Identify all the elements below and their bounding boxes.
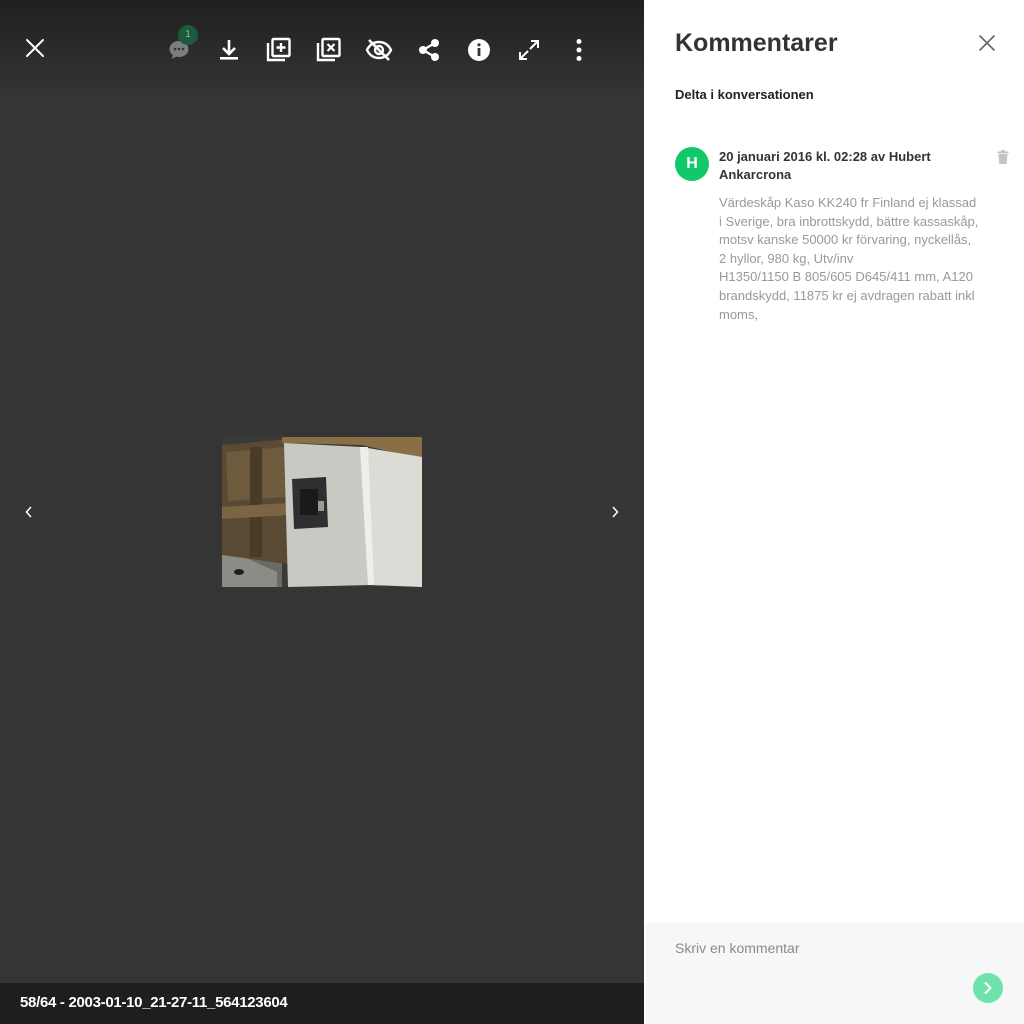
hide-icon xyxy=(365,39,393,61)
send-comment-button[interactable] xyxy=(973,973,1003,1003)
close-panel-button[interactable] xyxy=(972,28,1002,58)
remove-from-album-button[interactable] xyxy=(311,32,347,68)
fullscreen-button[interactable] xyxy=(511,32,547,68)
close-icon xyxy=(26,39,44,57)
hide-button[interactable] xyxy=(361,32,397,68)
avatar: H xyxy=(675,147,709,181)
delete-comment-button[interactable] xyxy=(995,149,1011,165)
more-options-button[interactable] xyxy=(561,32,597,68)
viewer-toolbar: 1 xyxy=(0,0,644,100)
share-icon xyxy=(419,39,439,61)
share-button[interactable] xyxy=(411,32,447,68)
trash-icon xyxy=(997,150,1009,164)
panel-subtitle: Delta i konversationen xyxy=(675,87,814,102)
download-icon xyxy=(220,40,238,60)
previous-photo-button[interactable] xyxy=(16,499,42,525)
fullscreen-icon xyxy=(519,40,539,60)
close-icon xyxy=(978,34,996,52)
comment-meta: 20 januari 2016 kl. 02:28 av Hubert Anka… xyxy=(719,149,931,182)
download-button[interactable] xyxy=(211,32,247,68)
photo-caption: 58/64 - 2003-01-10_21-27-11_564123604 xyxy=(20,994,288,1011)
add-to-album-icon xyxy=(266,37,291,62)
next-photo-button[interactable] xyxy=(602,499,628,525)
comment-composer xyxy=(646,923,1024,1024)
viewer-footer: 58/64 - 2003-01-10_21-27-11_564123604 xyxy=(0,983,644,1024)
chevron-left-icon xyxy=(25,506,32,518)
remove-from-album-icon xyxy=(316,37,341,62)
close-viewer-button[interactable] xyxy=(17,30,53,66)
comment-input[interactable] xyxy=(646,923,1024,1024)
info-button[interactable] xyxy=(461,32,497,68)
photo-image xyxy=(222,437,422,587)
more-icon xyxy=(576,39,582,61)
add-to-album-button[interactable] xyxy=(261,32,297,68)
info-icon xyxy=(468,39,490,61)
photo-viewer: 1 58/64 - 2003-01-10_21-27-11_564123604 xyxy=(0,0,644,1024)
chevron-right-icon xyxy=(612,506,619,518)
comment-count-badge: 1 xyxy=(178,25,198,45)
comment-body: Värdeskåp Kaso KK240 fr Finland ej klass… xyxy=(719,195,979,322)
comments-panel: Kommentarer Delta i konversationen H 20 … xyxy=(644,0,1024,1024)
panel-title: Kommentarer xyxy=(675,29,838,57)
chevron-right-icon xyxy=(984,981,992,995)
